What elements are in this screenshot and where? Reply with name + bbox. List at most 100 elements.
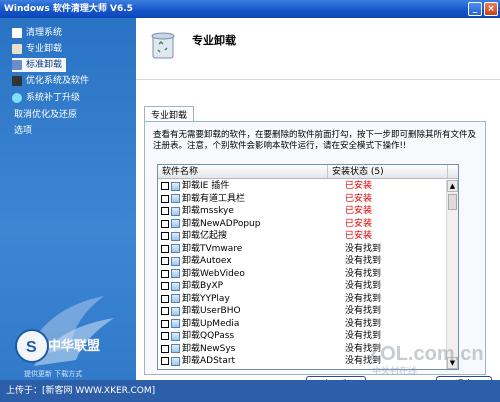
row-checkbox[interactable] (161, 282, 169, 291)
software-name: 卸载IE 插件 (182, 181, 230, 191)
list-item[interactable]: 卸载有道工具栏 已安装 (158, 193, 448, 206)
list-item[interactable]: 卸载ByXP 没有找到 (158, 280, 448, 293)
software-name: 卸载亿起搜 (182, 231, 228, 241)
program-icon (171, 344, 180, 354)
software-name: 卸载msskye (182, 206, 234, 216)
sidebar: 清理系统 专业卸载 标准卸载 优化系统及软件 系统补丁升级 取消优化及还原 选项… (0, 18, 136, 402)
sidebar-item-clean-system[interactable]: 清理系统 (12, 26, 62, 40)
window-title-bar: Windows 软件清理大师 V6.5 _ × (0, 0, 500, 18)
winged-logo-icon: S 中华联盟 提供更新 下载方式 (15, 296, 114, 378)
row-checkbox[interactable] (161, 357, 169, 366)
list-item[interactable]: 卸载Autoex 没有找到 (158, 255, 448, 268)
row-checkbox[interactable] (161, 332, 169, 341)
software-name: 卸载YYPlay (182, 293, 230, 304)
recycle-bin-icon (151, 32, 175, 59)
scroll-up-button[interactable]: ▲ (447, 180, 458, 192)
program-icon (171, 356, 180, 366)
sidebar-item-label: 优化系统及软件 (26, 76, 90, 86)
row-checkbox[interactable] (161, 257, 169, 266)
standard-uninstall-icon (12, 60, 22, 70)
software-name: 卸载ByXP (182, 281, 224, 291)
software-name: 卸载QQPass (182, 331, 235, 341)
description-text: 查看有无需要卸载的软件，在要删除的软件前面打勾，按下一步即可删除其所有文件及注册… (153, 130, 477, 151)
list-item[interactable]: 卸载WebVideo 没有找到 (158, 268, 448, 281)
logo-text: 中华联盟 (48, 338, 100, 354)
install-status: 没有找到 (345, 306, 382, 316)
row-checkbox[interactable] (161, 182, 169, 191)
sidebar-item-label: 专业卸载 (26, 44, 63, 54)
list-item[interactable]: 卸载TVmware 没有找到 (158, 243, 448, 256)
sidebar-item-label: 选项 (14, 126, 33, 136)
window-controls: _ × (468, 2, 498, 16)
program-icon (171, 256, 180, 266)
software-name: 卸载NewSys (182, 343, 236, 354)
watermark: ZOL.com.cn 中关村在线 (368, 343, 484, 377)
list-item[interactable]: 卸载msskye 已安装 (158, 205, 448, 218)
program-icon (171, 294, 180, 304)
sidebar-item-standard-uninstall[interactable]: 标准卸载 (12, 58, 67, 72)
row-checkbox[interactable] (161, 319, 169, 328)
tab-strip: 专业卸载 (144, 106, 195, 122)
program-icon (171, 231, 180, 241)
row-checkbox[interactable] (161, 232, 169, 241)
sidebar-item-options[interactable]: 选项 (14, 124, 32, 138)
sidebar-item-restore[interactable]: 取消优化及还原 (14, 108, 77, 122)
sidebar-item-label: 标准卸载 (26, 60, 63, 70)
sidebar-item-patch[interactable]: 系统补丁升级 (12, 91, 80, 105)
program-icon (171, 206, 180, 216)
software-name: 卸载UserBHO (182, 306, 241, 316)
optimize-icon (12, 76, 22, 86)
sidebar-item-optimize[interactable]: 优化系统及软件 (12, 74, 89, 88)
install-status: 没有找到 (345, 243, 382, 254)
row-checkbox[interactable] (161, 269, 169, 278)
row-checkbox[interactable] (161, 207, 169, 216)
minimize-button[interactable]: _ (468, 2, 482, 16)
page-header: 专业卸载 (136, 18, 500, 80)
program-icon (171, 181, 180, 191)
page-title: 专业卸载 (192, 34, 236, 47)
main-panel: 专业卸载 专业卸载 查看有无需要卸载的软件，在要删除的软件前面打勾，按下一步即可… (136, 18, 500, 394)
install-status: 没有找到 (345, 268, 382, 279)
scroll-thumb[interactable] (448, 194, 457, 210)
svg-text:提供更新 下载方式: 提供更新 下载方式 (24, 369, 82, 378)
uninstall-icon (12, 44, 22, 54)
footer-bar: 上传于：[新客网 WWW.XKER.COM] (0, 380, 500, 402)
install-status: 已安装 (345, 231, 373, 241)
program-icon (171, 269, 180, 279)
list-item[interactable]: 卸载NewADPopup 已安装 (158, 218, 448, 231)
list-item[interactable]: 卸载UserBHO 没有找到 (158, 305, 448, 318)
row-checkbox[interactable] (161, 194, 169, 203)
program-icon (171, 331, 180, 341)
clean-icon (12, 28, 22, 38)
row-checkbox[interactable] (161, 294, 169, 303)
list-item[interactable]: 卸载YYPlay 没有找到 (158, 293, 448, 306)
column-header-status[interactable]: 安装状态 (5) (328, 165, 448, 178)
program-icon (171, 306, 180, 316)
program-icon (171, 319, 180, 329)
uninstall-panel: 查看有无需要卸载的软件，在要删除的软件前面打勾，按下一步即可删除其所有文件及注册… (144, 121, 486, 375)
install-status: 没有找到 (345, 293, 382, 304)
watermark-site: ZOL.com.cn (368, 343, 484, 365)
install-status: 已安装 (345, 218, 373, 229)
tab-pro-uninstall[interactable]: 专业卸载 (144, 106, 195, 122)
list-header: 软件名称 安装状态 (5) (158, 165, 458, 179)
footer-text: 上传于：[新客网 WWW.XKER.COM] (6, 386, 156, 396)
close-button[interactable]: × (484, 2, 498, 16)
column-header-name[interactable]: 软件名称 (158, 165, 328, 178)
sidebar-item-label: 清理系统 (26, 28, 63, 38)
software-name: 卸载NewADPopup (182, 218, 261, 229)
program-icon (171, 219, 180, 229)
list-item[interactable]: 卸载IE 插件 已安装 (158, 180, 448, 193)
list-item[interactable]: 卸载UpMedia 没有找到 (158, 318, 448, 331)
sidebar-item-pro-uninstall[interactable]: 专业卸载 (12, 42, 62, 56)
list-item[interactable]: 卸载亿起搜 已安装 (158, 230, 448, 243)
row-checkbox[interactable] (161, 307, 169, 316)
watermark-sub: 中关村在线 (372, 365, 417, 377)
svg-text:S: S (26, 339, 37, 356)
row-checkbox[interactable] (161, 219, 169, 228)
row-checkbox[interactable] (161, 244, 169, 253)
program-icon (171, 244, 180, 254)
program-icon (171, 194, 180, 204)
software-name: 卸载Autoex (182, 256, 232, 266)
row-checkbox[interactable] (161, 344, 169, 353)
